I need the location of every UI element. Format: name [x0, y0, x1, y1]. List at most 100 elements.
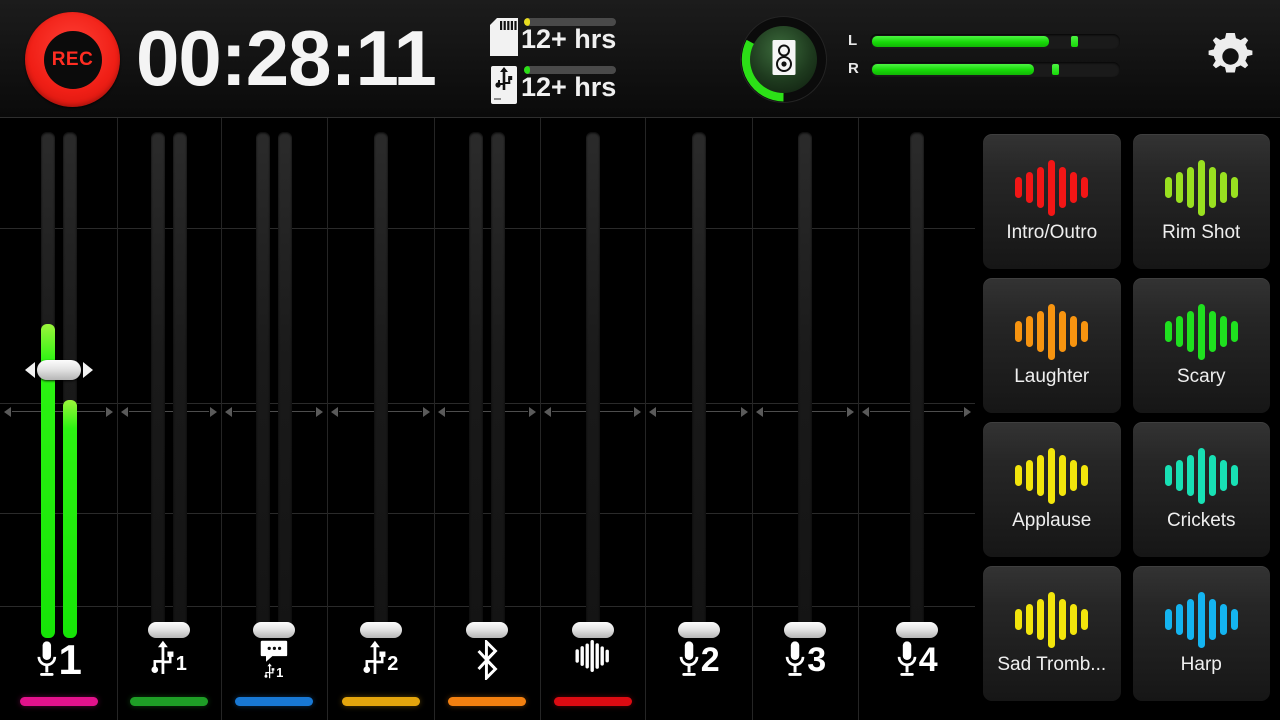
channel-number: 1 — [276, 665, 284, 681]
monitor-level-knob[interactable] — [741, 17, 826, 102]
channel-strip-8[interactable]: 3 — [752, 118, 858, 720]
meter-track-right — [870, 62, 1120, 77]
channel-strip-4[interactable]: 2 — [327, 118, 434, 720]
channel-number: 1 — [175, 653, 187, 675]
meter-track-left — [870, 34, 1120, 49]
fader-track[interactable] — [373, 132, 388, 638]
waveform-icon — [1164, 447, 1238, 504]
sound-pad-2[interactable]: Rim Shot — [1132, 134, 1270, 269]
channel-strip-7[interactable]: 2 — [645, 118, 752, 720]
recording-timer: 00:28:11 — [136, 14, 437, 102]
channel-footer — [434, 630, 540, 720]
storage-indicators: 12+ hrs 12+ hrs — [490, 16, 625, 106]
meter-row-right: R — [848, 61, 1128, 79]
channel-number: 2 — [700, 641, 720, 679]
meter-fill-left — [872, 36, 1050, 47]
fader-arrow-right — [82, 361, 93, 378]
channel-footer: 1 — [117, 630, 221, 720]
fader-track[interactable] — [62, 132, 77, 638]
sound-pad-3[interactable]: Laughter — [983, 278, 1121, 413]
sound-pad-label: Applause — [1012, 509, 1092, 531]
storage-row-sd[interactable]: 12+ hrs — [490, 16, 625, 58]
bluetooth-icon — [477, 640, 498, 680]
chat-bubble-icon — [260, 640, 288, 662]
sound-pad-8[interactable]: Harp — [1132, 566, 1270, 701]
microphone-icon — [36, 641, 56, 676]
fader-arrow-left — [24, 361, 35, 378]
channel-color-bar — [19, 697, 98, 706]
sound-pad-label: Laughter — [1014, 365, 1090, 387]
sound-pad-label: Harp — [1180, 653, 1222, 675]
channel-strip-5[interactable] — [434, 118, 540, 720]
sd-storage-label: 12+ hrs — [521, 24, 617, 54]
usb-drive-icon — [490, 66, 518, 104]
channel-strip-1[interactable]: 1 — [0, 118, 117, 720]
usb-icon — [151, 640, 174, 674]
sound-pad-label: Sad Tromb... — [997, 653, 1107, 675]
fader-track[interactable] — [40, 132, 55, 638]
speaker-monitor-icon — [772, 39, 796, 80]
fader-track[interactable] — [491, 132, 505, 638]
channel-icon-usb-icon: 1 — [151, 640, 187, 678]
fader-track[interactable] — [585, 132, 600, 638]
channel-strip-3[interactable]: 1 — [221, 118, 327, 720]
storage-row-usb[interactable]: 12+ hrs — [490, 64, 625, 106]
sound-pad-grid: Intro/Outro Rim Shot Laughter Scary Appl… — [983, 134, 1270, 701]
microphone-icon — [897, 641, 916, 676]
channel-color-bar — [448, 697, 526, 706]
channel-icon-microphone-icon: 2 — [677, 640, 720, 680]
channel-icon-microphone-icon: 1 — [35, 639, 82, 681]
sound-pad-6[interactable]: Crickets — [1132, 422, 1270, 557]
channel-strip-9[interactable]: 4 — [858, 118, 975, 720]
channel-number: 3 — [807, 641, 827, 679]
channel-icon-chat-bubble-icon: 1 — [260, 640, 288, 681]
meter-peak-right — [1051, 64, 1059, 75]
microphone-icon — [785, 641, 805, 676]
sound-pad-5[interactable]: Applause — [983, 422, 1121, 557]
fader-track[interactable] — [798, 132, 812, 638]
fader-track[interactable] — [173, 132, 187, 638]
channel-number: 2 — [387, 653, 399, 675]
channel-icon-bluetooth-icon — [475, 640, 500, 680]
channel-color-bar — [235, 697, 313, 706]
settings-button[interactable] — [1207, 33, 1254, 85]
channel-footer: 3 — [752, 630, 858, 720]
usb-storage-label: 12+ hrs — [521, 72, 617, 102]
fader-track[interactable] — [278, 132, 292, 638]
sound-pad-1[interactable]: Intro/Outro — [983, 134, 1121, 269]
waveform-icon — [1015, 591, 1089, 648]
mixer-app: REC 00:28:11 12+ hrs 12+ hrs L R 1 1 1 2… — [0, 0, 1280, 720]
waveform-icon — [1015, 447, 1089, 504]
sound-pad-4[interactable]: Scary — [1132, 278, 1270, 413]
channel-icon-waveform-icon — [575, 640, 610, 672]
waveform-icon — [1015, 159, 1089, 216]
record-label: REC — [51, 48, 94, 70]
sd-card-icon — [490, 18, 518, 56]
channel-strip-6[interactable] — [540, 118, 645, 720]
record-button[interactable]: REC — [25, 12, 120, 107]
sound-pad-label: Scary — [1176, 365, 1226, 387]
fader-track[interactable] — [469, 132, 483, 638]
fader-track[interactable] — [691, 132, 706, 638]
waveform-icon — [575, 640, 609, 672]
gear-icon — [1208, 33, 1253, 73]
channel-icon-usb-icon: 2 — [362, 640, 399, 678]
fader-track[interactable] — [256, 132, 270, 638]
channel-strip-2[interactable]: 1 — [117, 118, 221, 720]
channel-footer — [540, 630, 645, 720]
fader-track[interactable] — [909, 132, 924, 638]
microphone-icon — [679, 641, 698, 676]
sound-pad-label: Rim Shot — [1162, 221, 1241, 243]
usb-icon — [362, 640, 385, 674]
meter-label-left: L — [848, 32, 858, 49]
channel-color-bar — [130, 697, 208, 706]
channel-icon-microphone-icon: 4 — [895, 640, 938, 680]
fader-track[interactable] — [151, 132, 165, 638]
fader-handle[interactable] — [36, 359, 81, 380]
waveform-icon — [1015, 303, 1089, 360]
sound-pads-panel: Intro/Outro Rim Shot Laughter Scary Appl… — [975, 118, 1280, 720]
record-button-inner: REC — [43, 30, 102, 89]
output-level-meters: L R — [848, 33, 1128, 85]
mixer-panel: 1 1 1 2 2 3 4 — [0, 118, 975, 720]
sound-pad-7[interactable]: Sad Tromb... — [983, 566, 1121, 701]
